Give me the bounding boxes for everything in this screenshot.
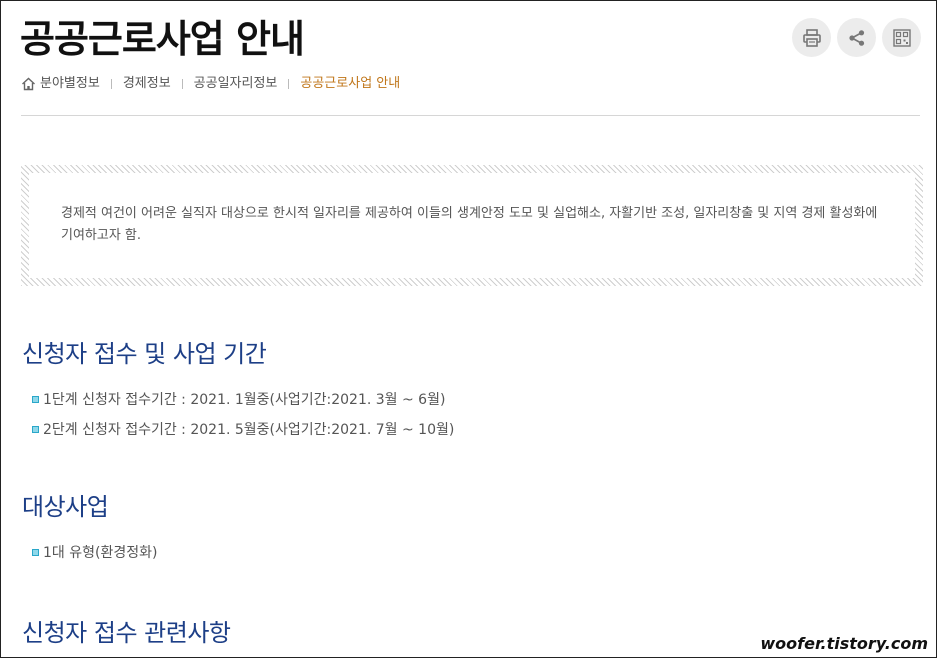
breadcrumb-item-current: 공공근로사업 안내 xyxy=(300,76,401,91)
print-icon xyxy=(802,28,821,47)
share-icon xyxy=(848,29,864,46)
page-frame: 공공근로사업 안내 분야별정보 경제정보 공공일자리정보 공공근로사업 안내 경… xyxy=(0,0,937,658)
application-period-list: 1단계 신청자 접수기간 : 2021. 1월중(사업기간:2021. 3월 ~… xyxy=(32,384,454,444)
intro-text: 경제적 여건이 어려운 실직자 대상으로 한시적 일자리를 제공하여 이들의 생… xyxy=(61,206,878,243)
breadcrumb-separator xyxy=(288,79,290,89)
bullet-icon xyxy=(32,425,39,433)
list-item-text: 1단계 신청자 접수기간 : 2021. 1월중(사업기간:2021. 3월 ~… xyxy=(43,392,446,408)
qr-code-button[interactable] xyxy=(882,18,921,57)
home-icon[interactable] xyxy=(21,77,36,91)
bullet-icon xyxy=(32,548,39,556)
breadcrumb-item-public-jobs-info[interactable]: 공공일자리정보 xyxy=(194,74,278,94)
list-item: 2단계 신청자 접수기간 : 2021. 5월중(사업기간:2021. 7월 ~… xyxy=(32,414,454,444)
list-item-text: 2단계 신청자 접수기간 : 2021. 5월중(사업기간:2021. 7월 ~… xyxy=(43,422,455,438)
section-title-application-period: 신청자 접수 및 사업 기간 xyxy=(22,340,267,368)
intro-box: 경제적 여건이 어려운 실직자 대상으로 한시적 일자리를 제공하여 이들의 생… xyxy=(21,165,923,286)
page-title: 공공근로사업 안내 xyxy=(20,17,305,61)
list-item-text: 1대 유형(환경정화) xyxy=(43,545,158,561)
target-projects-list: 1대 유형(환경정화) xyxy=(32,537,157,567)
breadcrumb-separator xyxy=(110,79,112,89)
breadcrumb-separator xyxy=(181,79,183,89)
list-item: 1대 유형(환경정화) xyxy=(32,537,157,567)
bullet-icon xyxy=(32,395,39,403)
section-title-target-projects: 대상사업 xyxy=(22,493,109,521)
breadcrumb: 분야별정보 경제정보 공공일자리정보 공공근로사업 안내 xyxy=(21,74,400,94)
intro-inner: 경제적 여건이 어려운 실직자 대상으로 한시적 일자리를 제공하여 이들의 생… xyxy=(29,173,915,278)
section-title-application-notes: 신청자 접수 관련사항 xyxy=(22,619,231,647)
breadcrumb-item-field-info[interactable]: 분야별정보 xyxy=(40,74,100,94)
list-item: 1단계 신청자 접수기간 : 2021. 1월중(사업기간:2021. 3월 ~… xyxy=(32,384,454,414)
print-button[interactable] xyxy=(792,18,831,57)
qr-code-icon xyxy=(892,28,911,47)
header-divider xyxy=(21,115,920,116)
breadcrumb-item-economy-info[interactable]: 경제정보 xyxy=(123,74,171,94)
page-tools xyxy=(792,18,921,57)
share-button[interactable] xyxy=(837,18,876,57)
watermark: woofer.tistory.com xyxy=(760,634,928,653)
